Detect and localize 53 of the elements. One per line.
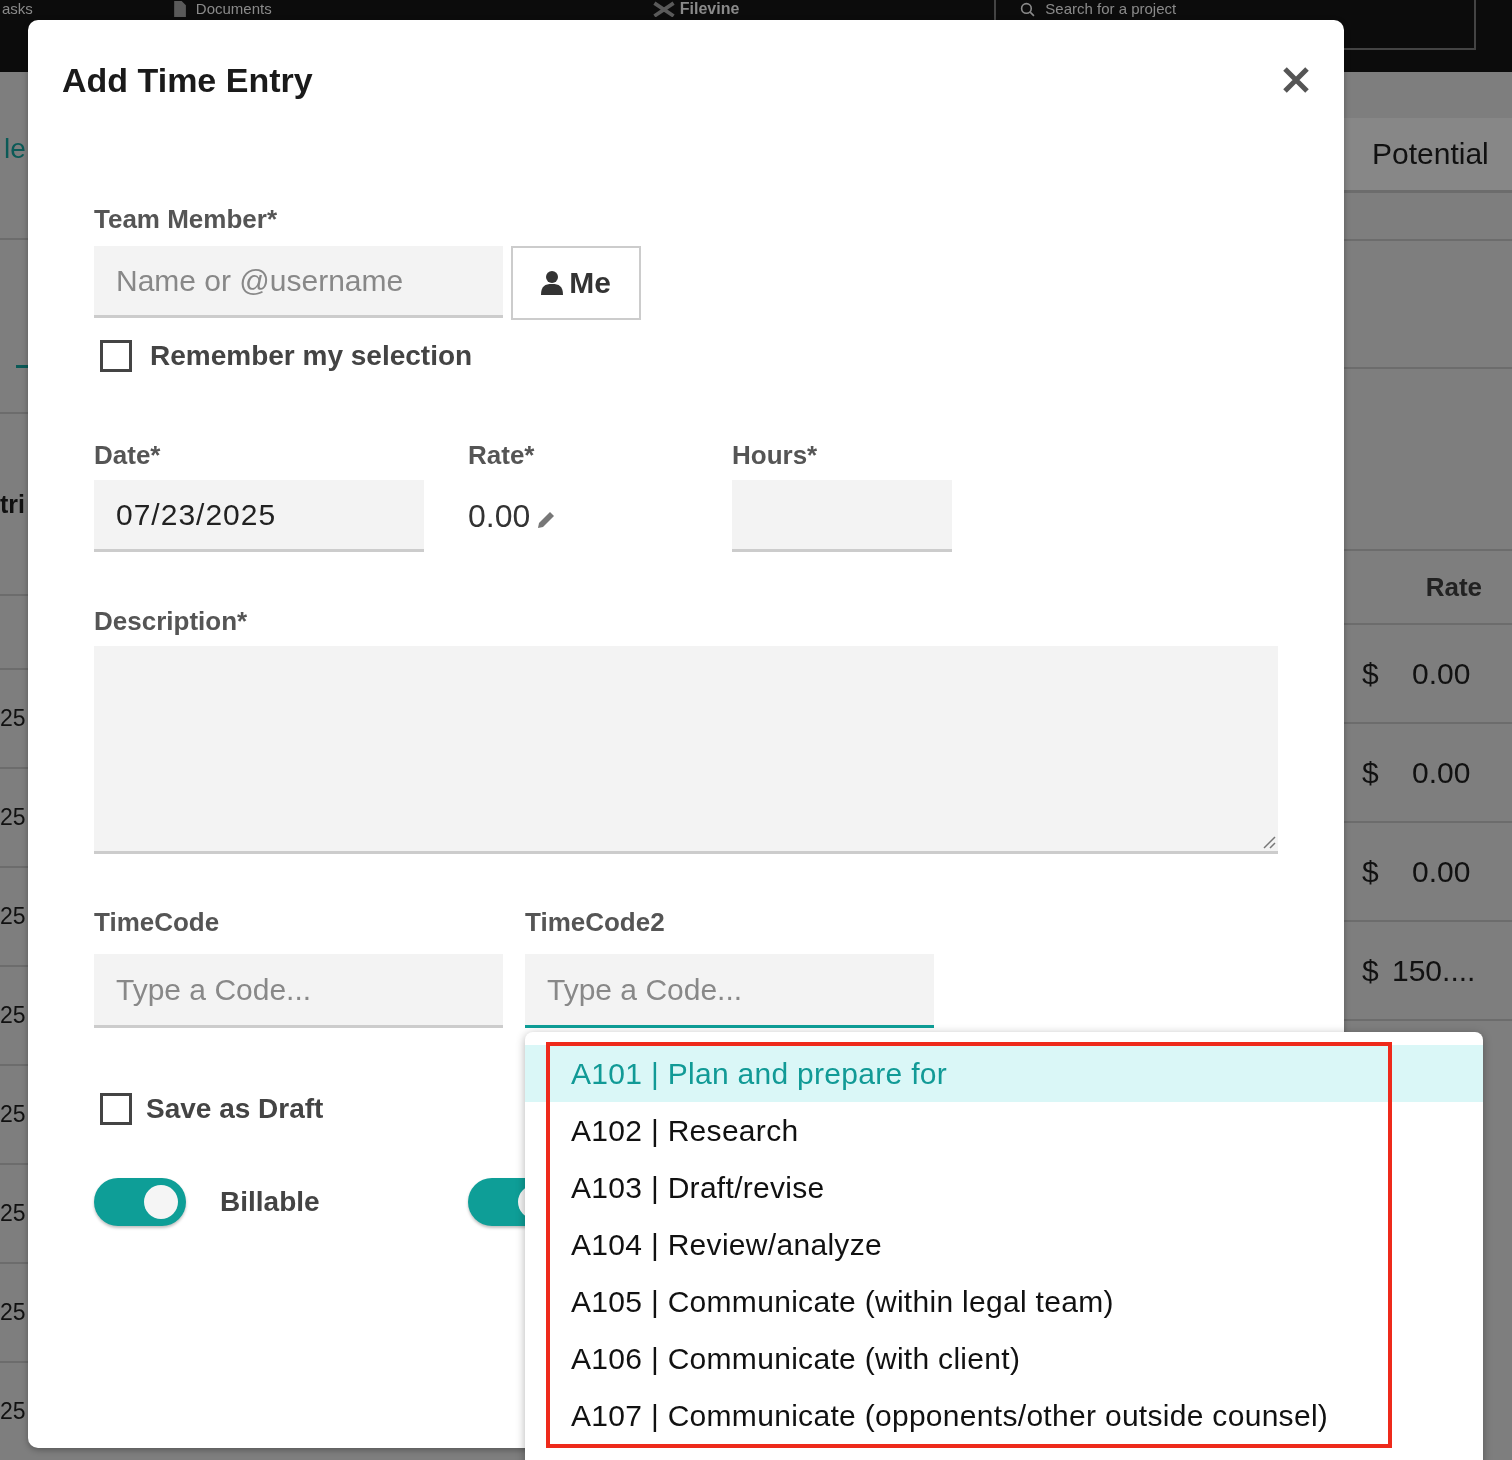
logo-text: Filevine	[679, 0, 740, 18]
table-cell: 0.00	[1412, 755, 1471, 790]
column-header: Rate	[1425, 571, 1482, 603]
table-cell: 25	[0, 1200, 26, 1227]
field-label: Team Member*	[94, 203, 279, 235]
table-cell: 25	[0, 804, 26, 831]
table-cell: 0.00	[1412, 656, 1471, 691]
table-cell: 25	[0, 1398, 26, 1425]
me-button[interactable]: Me	[511, 246, 641, 320]
field-label: Date*	[94, 439, 162, 471]
table-cell: 0.00	[1412, 854, 1471, 889]
table-cell: 25	[0, 705, 26, 732]
table-cell-text: $	[1362, 656, 1380, 691]
toggle-switch[interactable]	[94, 1178, 186, 1226]
hours-field[interactable]	[732, 480, 952, 552]
dialog-title: Add Time Entry	[62, 60, 313, 100]
date-field[interactable]: 07/23/2025	[94, 480, 424, 552]
table-cell: 25	[0, 1101, 26, 1128]
field-label: Rate*	[468, 439, 536, 471]
table-cell: 150....	[1392, 953, 1476, 988]
field-label: Hours*	[732, 439, 819, 471]
table-cell: 25	[0, 1002, 26, 1029]
dropdown-option[interactable]: A103 | Draft/revise	[525, 1159, 1483, 1216]
table-cell: 25	[0, 903, 26, 930]
tab[interactable]: Potential	[1344, 118, 1512, 193]
person-icon	[541, 271, 564, 295]
dropdown-option[interactable]: A106 | Communicate (with client)	[525, 1330, 1483, 1387]
checkbox-label: Save as Draft	[146, 1093, 324, 1125]
table-cell-text: $	[1362, 953, 1380, 988]
dropdown-option[interactable]: A105 | Communicate (within legal team)	[525, 1273, 1483, 1330]
checkbox[interactable]	[100, 340, 132, 372]
document-icon	[172, 1, 186, 17]
dropdown-option[interactable]: A104 | Review/analyze	[525, 1216, 1483, 1273]
section-heading: tri	[0, 489, 25, 519]
table-cell-text: $	[1362, 854, 1380, 889]
close-icon[interactable]	[1282, 66, 1310, 94]
field-label: TimeCode2	[525, 906, 666, 938]
checkbox-label: Remember my selection	[150, 340, 473, 372]
dropdown-option[interactable]: A102 | Research	[525, 1102, 1483, 1159]
logo-icon	[651, 1, 676, 17]
pencil-icon[interactable]	[536, 510, 557, 530]
field-label: Description*	[94, 605, 249, 637]
search-icon	[1020, 2, 1036, 17]
toggle-label: Billable	[220, 1186, 320, 1218]
field-label: TimeCode	[94, 906, 221, 938]
nav-item[interactable]: Documents	[195, 0, 272, 18]
nav-item[interactable]: asks	[2, 0, 33, 18]
description-field[interactable]	[94, 646, 1278, 854]
resize-handle-icon[interactable]	[1262, 835, 1276, 849]
table-cell: 25	[0, 1299, 26, 1326]
checkbox[interactable]	[100, 1093, 132, 1125]
rate-value: 0.00	[468, 497, 531, 535]
table-cell-text: $	[1362, 755, 1380, 790]
